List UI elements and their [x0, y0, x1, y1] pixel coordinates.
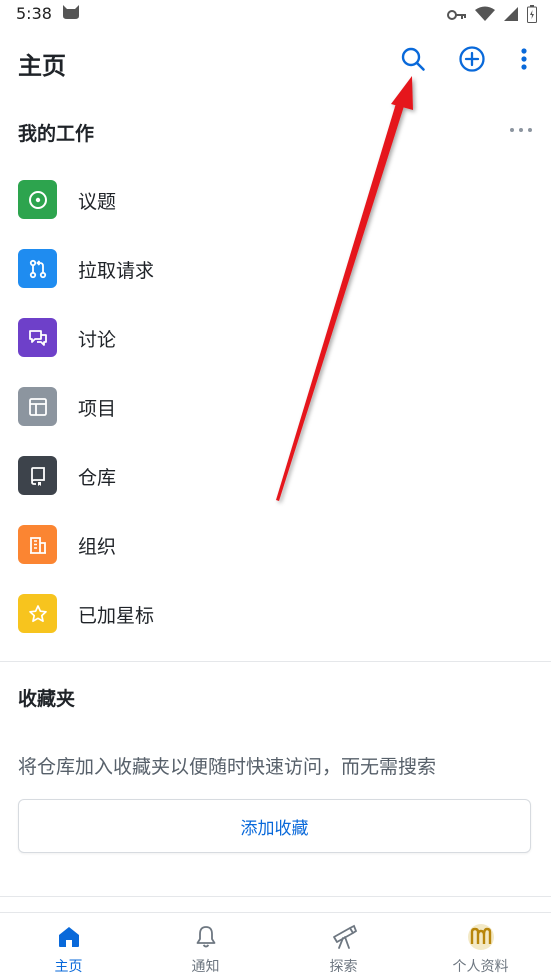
nav-home[interactable]: 主页: [0, 913, 137, 980]
nav-label: 通知: [191, 959, 220, 975]
nav-label: 主页: [54, 959, 83, 975]
add-favorites-button[interactable]: 添加收藏: [18, 799, 531, 853]
vpn-key-icon: [447, 7, 467, 26]
work-item-pull-requests[interactable]: 拉取请求: [0, 234, 551, 303]
discussion-icon: [18, 318, 57, 357]
star-icon: [18, 594, 57, 633]
work-item-discussions[interactable]: 讨论: [0, 303, 551, 372]
telescope-icon: [329, 922, 359, 952]
nav-label: 探索: [329, 959, 358, 975]
nav-explore[interactable]: 探索: [275, 913, 412, 980]
signal-icon: [503, 6, 519, 26]
work-item-label: 已加星标: [78, 605, 155, 627]
avatar-icon: [466, 922, 496, 952]
favorites-title: 收藏夹: [18, 688, 76, 710]
app-bar: 主页: [0, 28, 551, 96]
work-item-issues[interactable]: 议题: [0, 165, 551, 234]
work-item-label: 组织: [78, 536, 117, 558]
home-icon: [54, 922, 84, 952]
work-item-repositories[interactable]: 仓库: [0, 441, 551, 510]
search-button[interactable]: [396, 44, 430, 78]
more-horizontal-icon: [509, 122, 533, 141]
nav-profile[interactable]: 个人资料: [412, 913, 549, 980]
work-item-organizations[interactable]: 组织: [0, 510, 551, 579]
status-bar: 5:38: [0, 0, 551, 28]
nav-notifications[interactable]: 通知: [137, 913, 274, 980]
section-divider: [0, 661, 551, 662]
bottom-navigation: 主页 通知 探索 个人资料: [0, 912, 551, 980]
wifi-icon: [475, 6, 495, 26]
add-favorites-label: 添加收藏: [240, 818, 309, 839]
organization-icon: [18, 525, 57, 564]
cat-notification-icon: [62, 4, 80, 24]
issue-icon: [18, 180, 57, 219]
work-item-label: 拉取请求: [78, 260, 155, 282]
pull-request-icon: [18, 249, 57, 288]
my-work-more-button[interactable]: [509, 122, 533, 136]
create-button[interactable]: [455, 44, 489, 78]
work-item-label: 讨论: [78, 329, 117, 351]
bell-icon: [191, 922, 221, 952]
repo-icon: [18, 456, 57, 495]
work-item-label: 仓库: [78, 467, 117, 489]
nav-label: 个人资料: [452, 959, 509, 975]
more-vertical-icon: [520, 47, 528, 75]
favorites-description: 将仓库加入收藏夹以便随时快速访问，而无需搜索: [18, 756, 437, 778]
section-divider: [0, 896, 551, 897]
my-work-title: 我的工作: [18, 123, 95, 145]
overflow-menu-button[interactable]: [507, 44, 541, 78]
plus-circle-icon: [458, 45, 486, 77]
project-icon: [18, 387, 57, 426]
work-item-label: 项目: [78, 398, 117, 420]
page-title: 主页: [18, 52, 66, 80]
work-item-starred[interactable]: 已加星标: [0, 579, 551, 648]
status-time: 5:38: [16, 4, 52, 23]
search-icon: [400, 46, 426, 76]
battery-icon: [527, 5, 537, 27]
work-item-projects[interactable]: 项目: [0, 372, 551, 441]
work-item-label: 议题: [78, 191, 117, 213]
